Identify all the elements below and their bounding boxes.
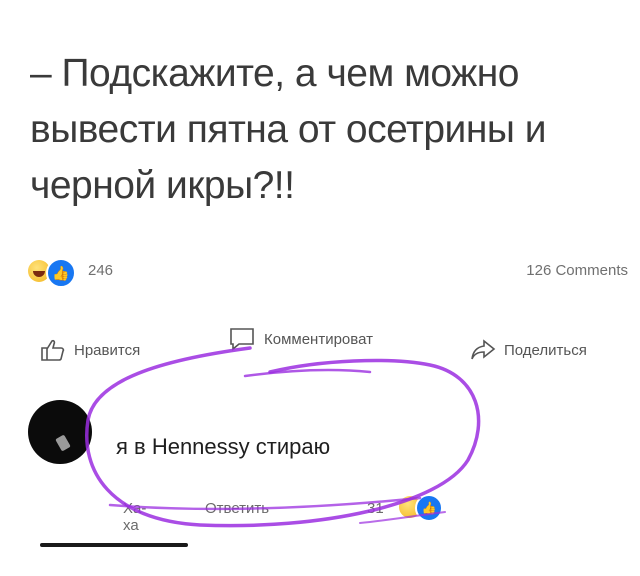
comment-text: я в Hennessy стираю (116, 434, 331, 459)
post-text: – Подскажите, а чем можно вывести пятна … (30, 52, 547, 207)
like-thumb-outline-icon (41, 339, 65, 361)
avatar[interactable] (28, 400, 92, 464)
haha-button[interactable]: Ха-ха (123, 500, 146, 534)
share-button[interactable]: Поделиться (470, 338, 587, 362)
comment: я в Hennessy стираю Ха-ха Ответить 31 👍 (28, 400, 628, 540)
post-actions: Нравится Комментироват Поделиться (40, 326, 640, 366)
like-label: Нравится (74, 341, 141, 359)
comment-label: Комментироват (264, 330, 373, 348)
comment-button[interactable]: Комментироват (228, 326, 373, 352)
comment-bubble-icon (230, 328, 254, 351)
reaction-count: 246 (88, 262, 114, 279)
reactions-summary[interactable]: 👍 246 126 Comments (28, 258, 628, 288)
share-label: Поделиться (504, 341, 587, 359)
reply-button[interactable]: Ответить (205, 500, 269, 517)
comment-reaction-count: 31 (367, 500, 384, 517)
like-button[interactable]: Нравится (40, 338, 140, 362)
like-thumb-icon: 👍 (415, 494, 443, 522)
share-arrow-icon (471, 339, 496, 360)
like-thumb-icon: 👍 (46, 258, 76, 288)
scroll-indicator (40, 543, 188, 547)
comments-count[interactable]: 126 Comments (526, 262, 628, 279)
